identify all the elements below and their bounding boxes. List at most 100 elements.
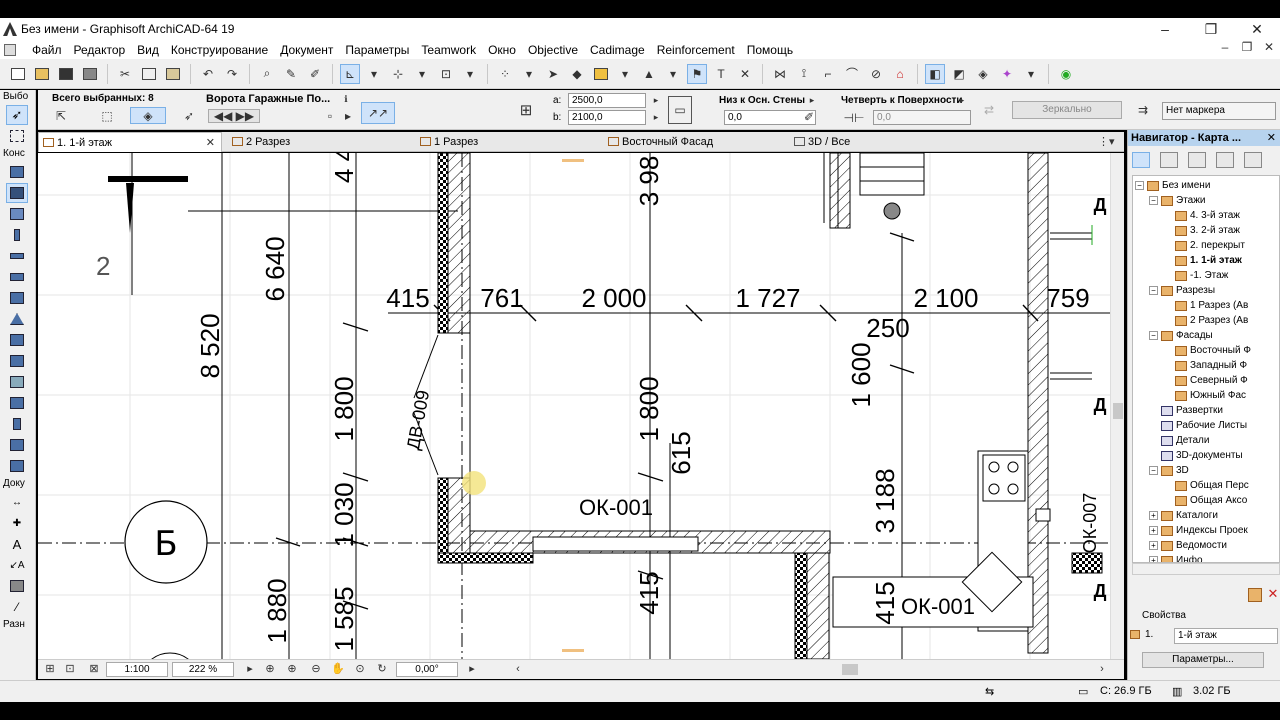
tree-item[interactable]: − Разрезы (1149, 283, 1215, 298)
tree-item[interactable]: 1. 1-й этаж (1163, 253, 1242, 268)
angle-field[interactable]: 0,00° (396, 662, 458, 677)
tab-east-elevation[interactable]: Восточный Фасад (604, 132, 790, 152)
3d-window-icon[interactable]: ◧ (925, 63, 945, 84)
vertical-scrollbar[interactable] (1110, 153, 1124, 659)
mirror-button[interactable]: Зеркально (1012, 101, 1122, 119)
marquee-icon[interactable]: ⬚ (98, 107, 116, 124)
pen-icon[interactable]: ➤ (543, 64, 563, 84)
hscroll-thumb[interactable] (842, 664, 858, 675)
redo-icon[interactable]: ↷ (222, 64, 242, 84)
layout-book-icon[interactable] (1188, 152, 1206, 168)
width-field[interactable]: 2500,0 (568, 93, 646, 108)
selection-icon[interactable]: ⇱ (52, 107, 70, 124)
menu-help[interactable]: Помощь (741, 43, 799, 57)
scroll-right-icon[interactable]: › (1094, 662, 1110, 677)
level-dimension-icon[interactable]: ✚ (6, 513, 28, 533)
adjust-icon[interactable]: ⟟ (794, 64, 814, 84)
slab-tool-icon[interactable] (6, 267, 28, 287)
object-tool-icon[interactable] (6, 414, 28, 434)
geometry-method-icon[interactable]: ↗↗ (361, 102, 395, 124)
undo-icon[interactable]: ↶ (198, 64, 218, 84)
document-icon[interactable] (4, 43, 16, 56)
roof-icon[interactable]: ⌂ (890, 64, 910, 84)
menu-objective[interactable]: Objective (522, 43, 584, 57)
wall-right-lower[interactable] (806, 552, 830, 659)
fill-tool-icon[interactable] (6, 576, 28, 596)
view-map-icon[interactable] (1160, 152, 1178, 168)
zoom-field[interactable]: 222 % (172, 662, 234, 677)
minimize-button[interactable]: – (1142, 18, 1188, 40)
fit-in-window-icon[interactable]: ⊙ (352, 662, 368, 677)
fill-mode-icon[interactable]: ◈ (130, 107, 166, 124)
window-tool-icon[interactable] (6, 204, 28, 224)
new-view-icon[interactable] (1248, 588, 1262, 602)
teamwork-icon[interactable]: ⇆ (985, 685, 994, 698)
grid-icon[interactable]: ⁘ (495, 64, 515, 84)
collapse-icon[interactable]: − (1149, 331, 1158, 340)
tab-3d-all[interactable]: 3D / Все (790, 132, 1040, 152)
open-icon[interactable] (32, 64, 52, 84)
split-icon[interactable]: ⋈ (770, 64, 790, 84)
tab-floor-1[interactable]: 1. 1-й этаж ✕ (38, 132, 222, 152)
skylight-tool-icon[interactable] (6, 351, 28, 371)
marker-select[interactable]: Нет маркера (1162, 102, 1276, 120)
anchor-dropdown-icon[interactable]: ▸ (806, 94, 818, 107)
cut-icon[interactable]: ✂ (115, 64, 135, 84)
tab-section-2[interactable]: 2 Разрез (228, 132, 414, 152)
dropdown-icon[interactable]: ▾ (519, 64, 539, 84)
layer-combination-icon[interactable]: ⊠ (86, 662, 102, 677)
find-select-icon[interactable]: ⌕ (257, 64, 277, 84)
tab-section-1[interactable]: 1 Разрез (416, 132, 602, 152)
object-name[interactable]: Ворота Гаражные По... (206, 93, 330, 105)
tree-item[interactable]: − Фасады (1149, 328, 1213, 343)
settings-button[interactable]: Параметры... (1142, 652, 1264, 668)
text-tool-icon[interactable]: A (6, 534, 28, 554)
eyedropper-icon[interactable]: ✎ (281, 64, 301, 84)
expand-icon[interactable]: + (1149, 526, 1158, 535)
snap-points-icon[interactable]: ⊡ (436, 64, 456, 84)
window-ok-001[interactable] (532, 536, 699, 552)
mdi-restore-button[interactable]: ❐ (1236, 40, 1258, 54)
label-tool-icon[interactable]: ↙A (6, 555, 28, 575)
wall-stair[interactable] (829, 153, 851, 229)
menu-view[interactable]: Вид (131, 43, 165, 57)
marquee-tool-icon[interactable] (6, 126, 28, 146)
menu-cadimage[interactable]: Cadimage (584, 43, 651, 57)
dropdown-icon[interactable]: ▾ (615, 64, 635, 84)
zoom-window-icon[interactable]: ⊕ (262, 662, 278, 677)
scale-field[interactable]: 1:100 (106, 662, 168, 677)
props-floor-field[interactable]: 1-й этаж (1174, 628, 1278, 644)
delete-icon[interactable]: ✕ (1266, 587, 1280, 602)
tree-item[interactable]: Северный Ф (1163, 373, 1248, 388)
info-icon[interactable]: ℹ (339, 93, 353, 106)
menu-teamwork[interactable]: Teamwork (415, 43, 482, 57)
pen-icon[interactable]: ✐ (798, 108, 820, 126)
close-icon[interactable]: ✕ (1267, 130, 1276, 146)
bim-server-icon[interactable]: ◉ (1056, 64, 1076, 84)
wall-brick-left[interactable] (437, 153, 449, 334)
3d-view-icon[interactable]: ◩ (949, 64, 969, 84)
edit-text-icon[interactable]: T (711, 64, 731, 84)
morph-tool-icon[interactable] (6, 393, 28, 413)
wall-tool-icon[interactable] (6, 162, 28, 182)
wall-brick-far[interactable] (1071, 552, 1103, 574)
wall-brick-bottom[interactable] (437, 552, 534, 564)
guide-lines-icon[interactable]: ⊾ (340, 63, 360, 84)
dimension-tool-icon[interactable]: ↔ (6, 492, 28, 512)
menu-reinforcement[interactable]: Reinforcement (651, 43, 741, 57)
shell-tool-icon[interactable] (6, 330, 28, 350)
tree-item[interactable]: + Индексы Проек (1149, 523, 1248, 538)
tree-item[interactable]: 1 Разрез (Ав (1163, 298, 1248, 313)
tree-scrollbar[interactable] (1132, 563, 1280, 575)
dropdown-icon[interactable]: ▾ (663, 64, 683, 84)
zoom-icon[interactable]: ⊡ (62, 662, 78, 677)
height-field[interactable]: 2100,0 (568, 110, 646, 125)
door-tool-icon[interactable] (6, 183, 28, 203)
scroll-left-icon[interactable]: ‹ (510, 662, 526, 677)
expand-icon[interactable]: + (1149, 511, 1158, 520)
zone-tool-icon[interactable] (6, 435, 28, 455)
tab-list-dropdown[interactable]: ⋮▾ (1094, 132, 1124, 152)
menu-options[interactable]: Параметры (339, 43, 415, 57)
mdi-minimize-button[interactable]: – (1214, 40, 1236, 54)
tree-item[interactable]: Южный Фас (1163, 388, 1246, 403)
